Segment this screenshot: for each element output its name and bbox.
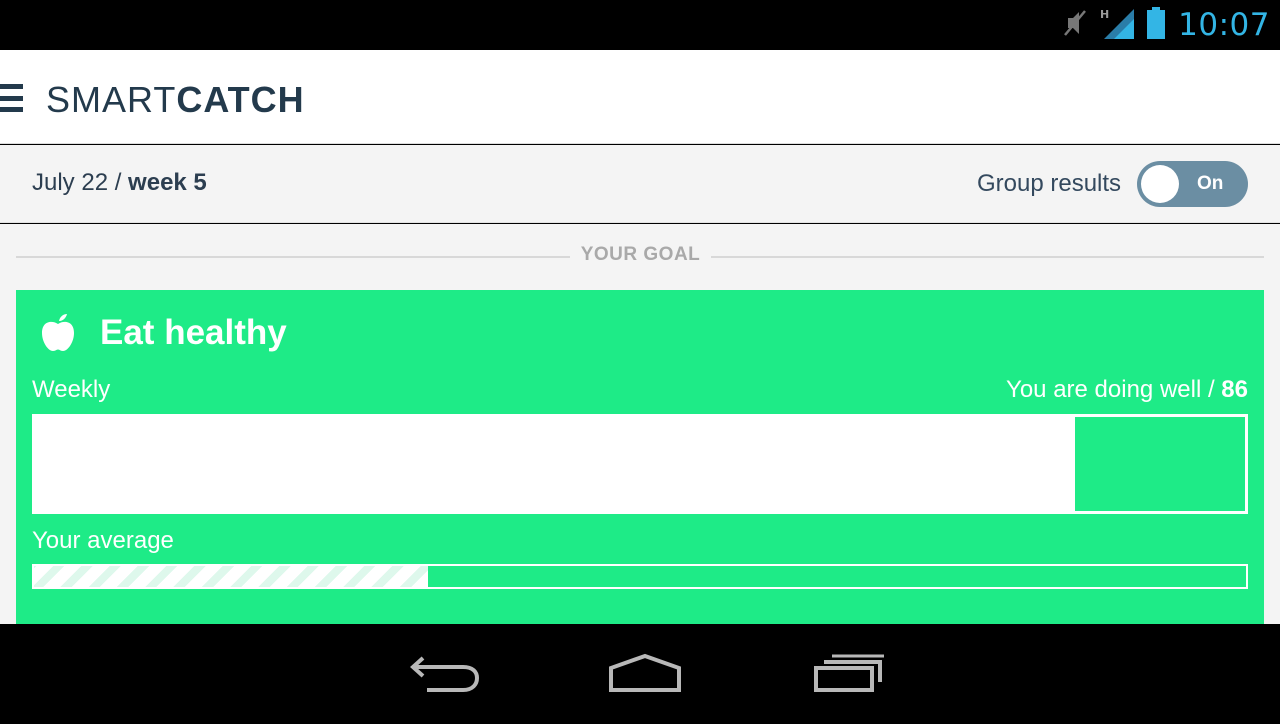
svg-text:H: H [1100, 8, 1109, 21]
hamburger-menu-icon[interactable] [0, 84, 23, 112]
goal-card[interactable]: Eat healthy Weekly You are doing well / … [16, 290, 1264, 624]
weekly-label: Weekly [32, 376, 111, 403]
mute-icon [1062, 8, 1088, 43]
app-header: SMARTCATCH [0, 50, 1280, 144]
back-icon[interactable] [405, 650, 485, 698]
status-time: 10:07 [1178, 7, 1270, 43]
your-goal-divider: YOUR GOAL [16, 244, 1264, 268]
divider-line-right [711, 256, 1264, 258]
status-icons: H 10:07 [1062, 0, 1270, 50]
weekly-progress-fill [1075, 417, 1245, 511]
divider-line-left [16, 256, 570, 258]
weekly-progress-bar [32, 414, 1248, 514]
signal-h-icon: H [1100, 7, 1135, 44]
home-icon[interactable] [605, 650, 685, 698]
navigation-bar [0, 624, 1280, 724]
recent-apps-icon[interactable] [810, 650, 890, 698]
average-label: Your average [32, 527, 174, 554]
goal-title: Eat healthy [100, 313, 287, 352]
status-text: You are doing well / [1006, 376, 1222, 403]
your-goal-heading: YOUR GOAL [580, 244, 701, 265]
score-value: 86 [1221, 376, 1248, 403]
smartcatch-logo: SMARTCATCH [46, 79, 305, 120]
group-results-toggle[interactable]: On [1137, 161, 1248, 207]
average-progress-bar [32, 564, 1248, 589]
weekly-status: You are doing well / 86 [1006, 376, 1248, 404]
week-text: week 5 [128, 169, 207, 196]
toggle-knob [1141, 165, 1179, 203]
group-results-label: Group results [977, 170, 1122, 197]
toggle-state-label: On [1197, 173, 1224, 194]
date-text: July 22 / [32, 169, 129, 196]
apple-icon [38, 312, 78, 352]
status-bar: H 10:07 [0, 0, 1280, 50]
average-progress-hatch [34, 566, 428, 587]
sub-header: July 22 / week 5 Group results On [0, 145, 1280, 223]
main-content: YOUR GOAL Eat healthy Weekly You are doi… [0, 224, 1280, 624]
battery-icon [1146, 6, 1166, 44]
date-week-label: July 22 / week 5 [32, 169, 207, 197]
